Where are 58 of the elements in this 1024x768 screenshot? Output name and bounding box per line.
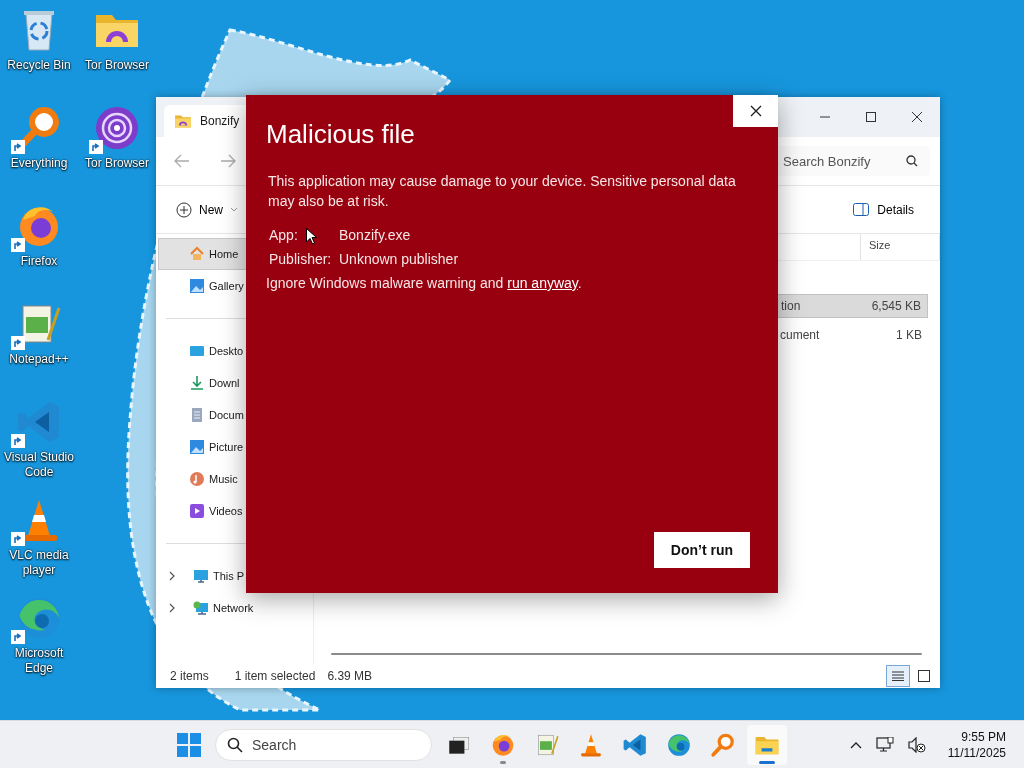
new-button[interactable]: New	[172, 197, 242, 222]
clock[interactable]: 9:55 PM 11/11/2025	[947, 728, 1006, 761]
field-value: Unknown publisher	[339, 250, 459, 269]
run-anyway-text: Ignore Windows malware warning and run anyway.	[266, 274, 583, 293]
ribbon-icon	[622, 731, 648, 758]
search-icon	[227, 736, 243, 753]
video-icon	[189, 503, 205, 519]
maximize-icon[interactable]	[866, 112, 876, 122]
caret-icon	[230, 207, 238, 212]
close-icon[interactable]	[912, 112, 922, 122]
wave-circle-icon	[666, 731, 692, 758]
plus-icon	[176, 201, 192, 218]
sidebar-item[interactable]: Gallery	[156, 270, 244, 302]
search-icon	[906, 155, 918, 167]
search-field[interactable]: Search	[215, 728, 432, 761]
home-icon	[189, 246, 205, 262]
speaker-muted-icon[interactable]	[907, 736, 926, 753]
column-header[interactable]: Size	[860, 234, 940, 260]
list-icon	[892, 671, 904, 681]
start-button[interactable]	[177, 732, 201, 757]
dialog-title: Malicious file	[266, 118, 416, 151]
monitor-icon	[193, 568, 209, 584]
details-button[interactable]: Details	[847, 201, 920, 218]
search-field[interactable]: Search Bonzify	[775, 146, 930, 176]
panel-icon	[853, 203, 870, 216]
picture-icon	[189, 278, 205, 294]
dont-run-button[interactable]: Don’t run	[653, 532, 750, 568]
sidebar-item[interactable]: Downl	[156, 367, 240, 399]
square-icon	[918, 670, 930, 682]
sidebar-item[interactable]: Network	[156, 592, 254, 624]
selection-size: 6.39 MB	[327, 669, 373, 683]
close-button[interactable]	[733, 95, 778, 127]
cursor-icon	[306, 228, 317, 245]
monitor-icon[interactable]	[875, 736, 894, 753]
list-view-button[interactable]	[886, 665, 910, 687]
music-icon	[189, 471, 205, 487]
sidebar-item[interactable]: Picture	[156, 431, 244, 463]
picture-icon	[189, 439, 205, 455]
sidebar-item[interactable]: This P	[156, 560, 245, 592]
scrollbar[interactable]	[331, 653, 922, 655]
warning-message: This application may cause damage to your device. Sensitive personal data may also be at risk.	[268, 172, 737, 211]
circle-rings-icon	[93, 104, 141, 152]
sidebar-item[interactable]: Deskto	[156, 335, 244, 367]
download-icon	[189, 375, 205, 391]
item-count: 2 items	[170, 669, 209, 683]
close-icon	[749, 105, 762, 117]
document-icon	[189, 407, 205, 423]
magnifier-icon	[710, 731, 736, 758]
chevron-up-icon[interactable]	[849, 740, 862, 749]
run-anyway-link[interactable]: run anyway	[507, 275, 578, 291]
sidebar-item[interactable]: Music	[156, 463, 238, 495]
sidebar-item[interactable]: Docum	[156, 399, 244, 431]
folder-icon	[174, 112, 192, 130]
monitor-icon	[189, 343, 205, 359]
network-icon	[193, 600, 209, 616]
field-value: Bonzify.exe	[339, 226, 411, 245]
selection-info: 1 item selected	[234, 669, 316, 683]
sidebar-item[interactable]: Videos	[156, 495, 243, 527]
